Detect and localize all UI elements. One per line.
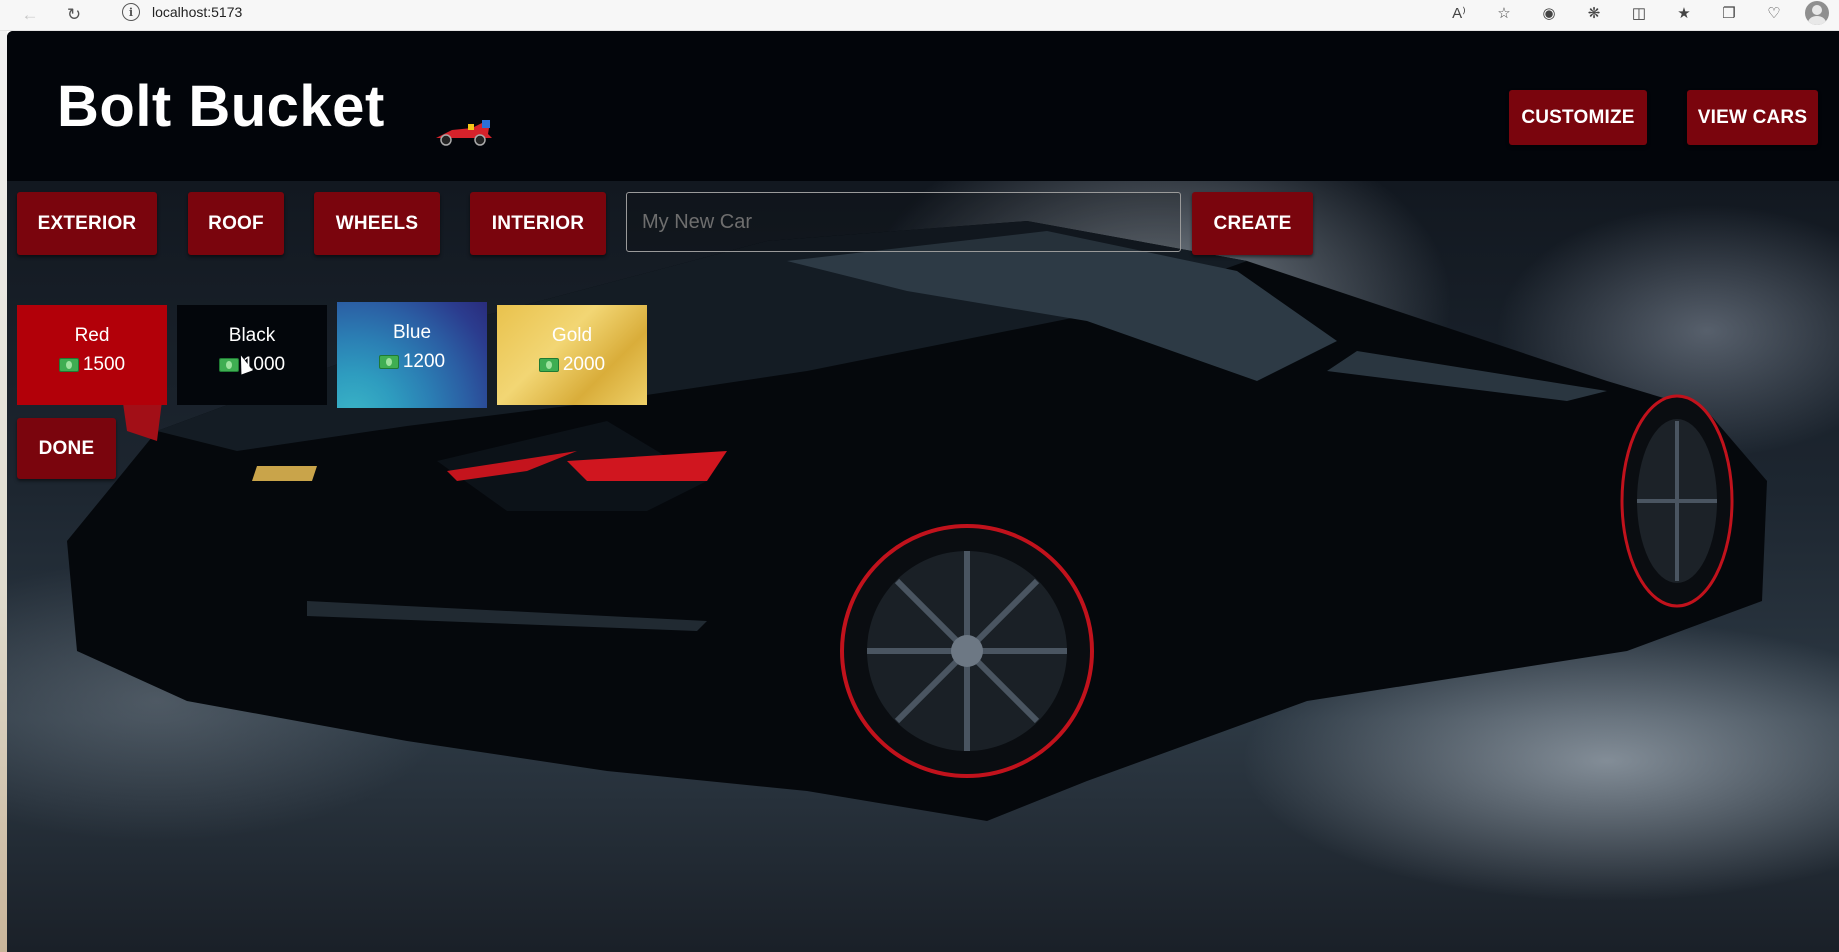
background-window-edge (0, 31, 7, 952)
brand-title: Bolt Bucket (57, 74, 385, 139)
money-icon (58, 358, 79, 372)
favorites-icon[interactable]: ★ (1671, 2, 1697, 24)
favorite-star-icon[interactable]: ☆ (1491, 2, 1517, 24)
back-arrow-icon[interactable]: ← (17, 2, 43, 28)
reload-icon[interactable]: ↻ (61, 2, 87, 28)
copilot-icon[interactable]: ◉ (1536, 2, 1562, 24)
app-header: Bolt Bucket CUSTOMIZE VIEW CARS (7, 31, 1839, 181)
color-name: Blue (392, 322, 432, 343)
read-aloud-icon[interactable]: A⁾ (1446, 2, 1472, 24)
interior-button[interactable]: INTERIOR (470, 192, 606, 255)
corvette-image (67, 221, 1767, 821)
color-option-gold[interactable]: Gold 2000 (497, 305, 647, 405)
car-name-input[interactable] (626, 192, 1181, 252)
done-button[interactable]: DONE (17, 418, 116, 479)
color-option-red[interactable]: Red 1500 (17, 305, 167, 405)
color-name: Gold (551, 325, 593, 346)
color-name: Black (228, 325, 276, 346)
app-root: Bolt Bucket CUSTOMIZE VIEW CARS EXTERIOR… (7, 31, 1839, 952)
info-icon[interactable]: i (122, 3, 140, 21)
money-icon (378, 355, 399, 369)
collections-icon[interactable]: ❐ (1716, 2, 1742, 24)
roof-button[interactable]: ROOF (188, 192, 284, 255)
address-bar[interactable]: localhost:5173 (152, 4, 242, 20)
wheels-button[interactable]: WHEELS (314, 192, 440, 255)
exterior-button[interactable]: EXTERIOR (17, 192, 157, 255)
race-car-icon (436, 120, 492, 146)
money-icon (538, 358, 559, 372)
browser-toolbar: ← ↻ i localhost:5173 A⁾ ☆ ◉ ❋ ◫ ★ ❐ ♡ (0, 0, 1839, 31)
color-option-black[interactable]: Black 1000 (177, 305, 327, 405)
create-button[interactable]: CREATE (1192, 192, 1313, 255)
color-price: 2000 (562, 354, 606, 375)
profile-avatar-icon[interactable] (1805, 1, 1829, 25)
color-name: Red (74, 325, 110, 346)
color-option-blue[interactable]: Blue 1200 (337, 302, 487, 408)
color-price: 1200 (402, 351, 446, 372)
car-background-image (7, 181, 1839, 952)
color-price: 1500 (82, 354, 126, 375)
view-cars-button[interactable]: VIEW CARS (1687, 90, 1818, 145)
customize-button[interactable]: CUSTOMIZE (1509, 90, 1647, 145)
split-screen-icon[interactable]: ◫ (1626, 2, 1652, 24)
browser-essentials-icon[interactable]: ♡ (1761, 2, 1787, 24)
extensions-icon[interactable]: ❋ (1581, 2, 1607, 24)
